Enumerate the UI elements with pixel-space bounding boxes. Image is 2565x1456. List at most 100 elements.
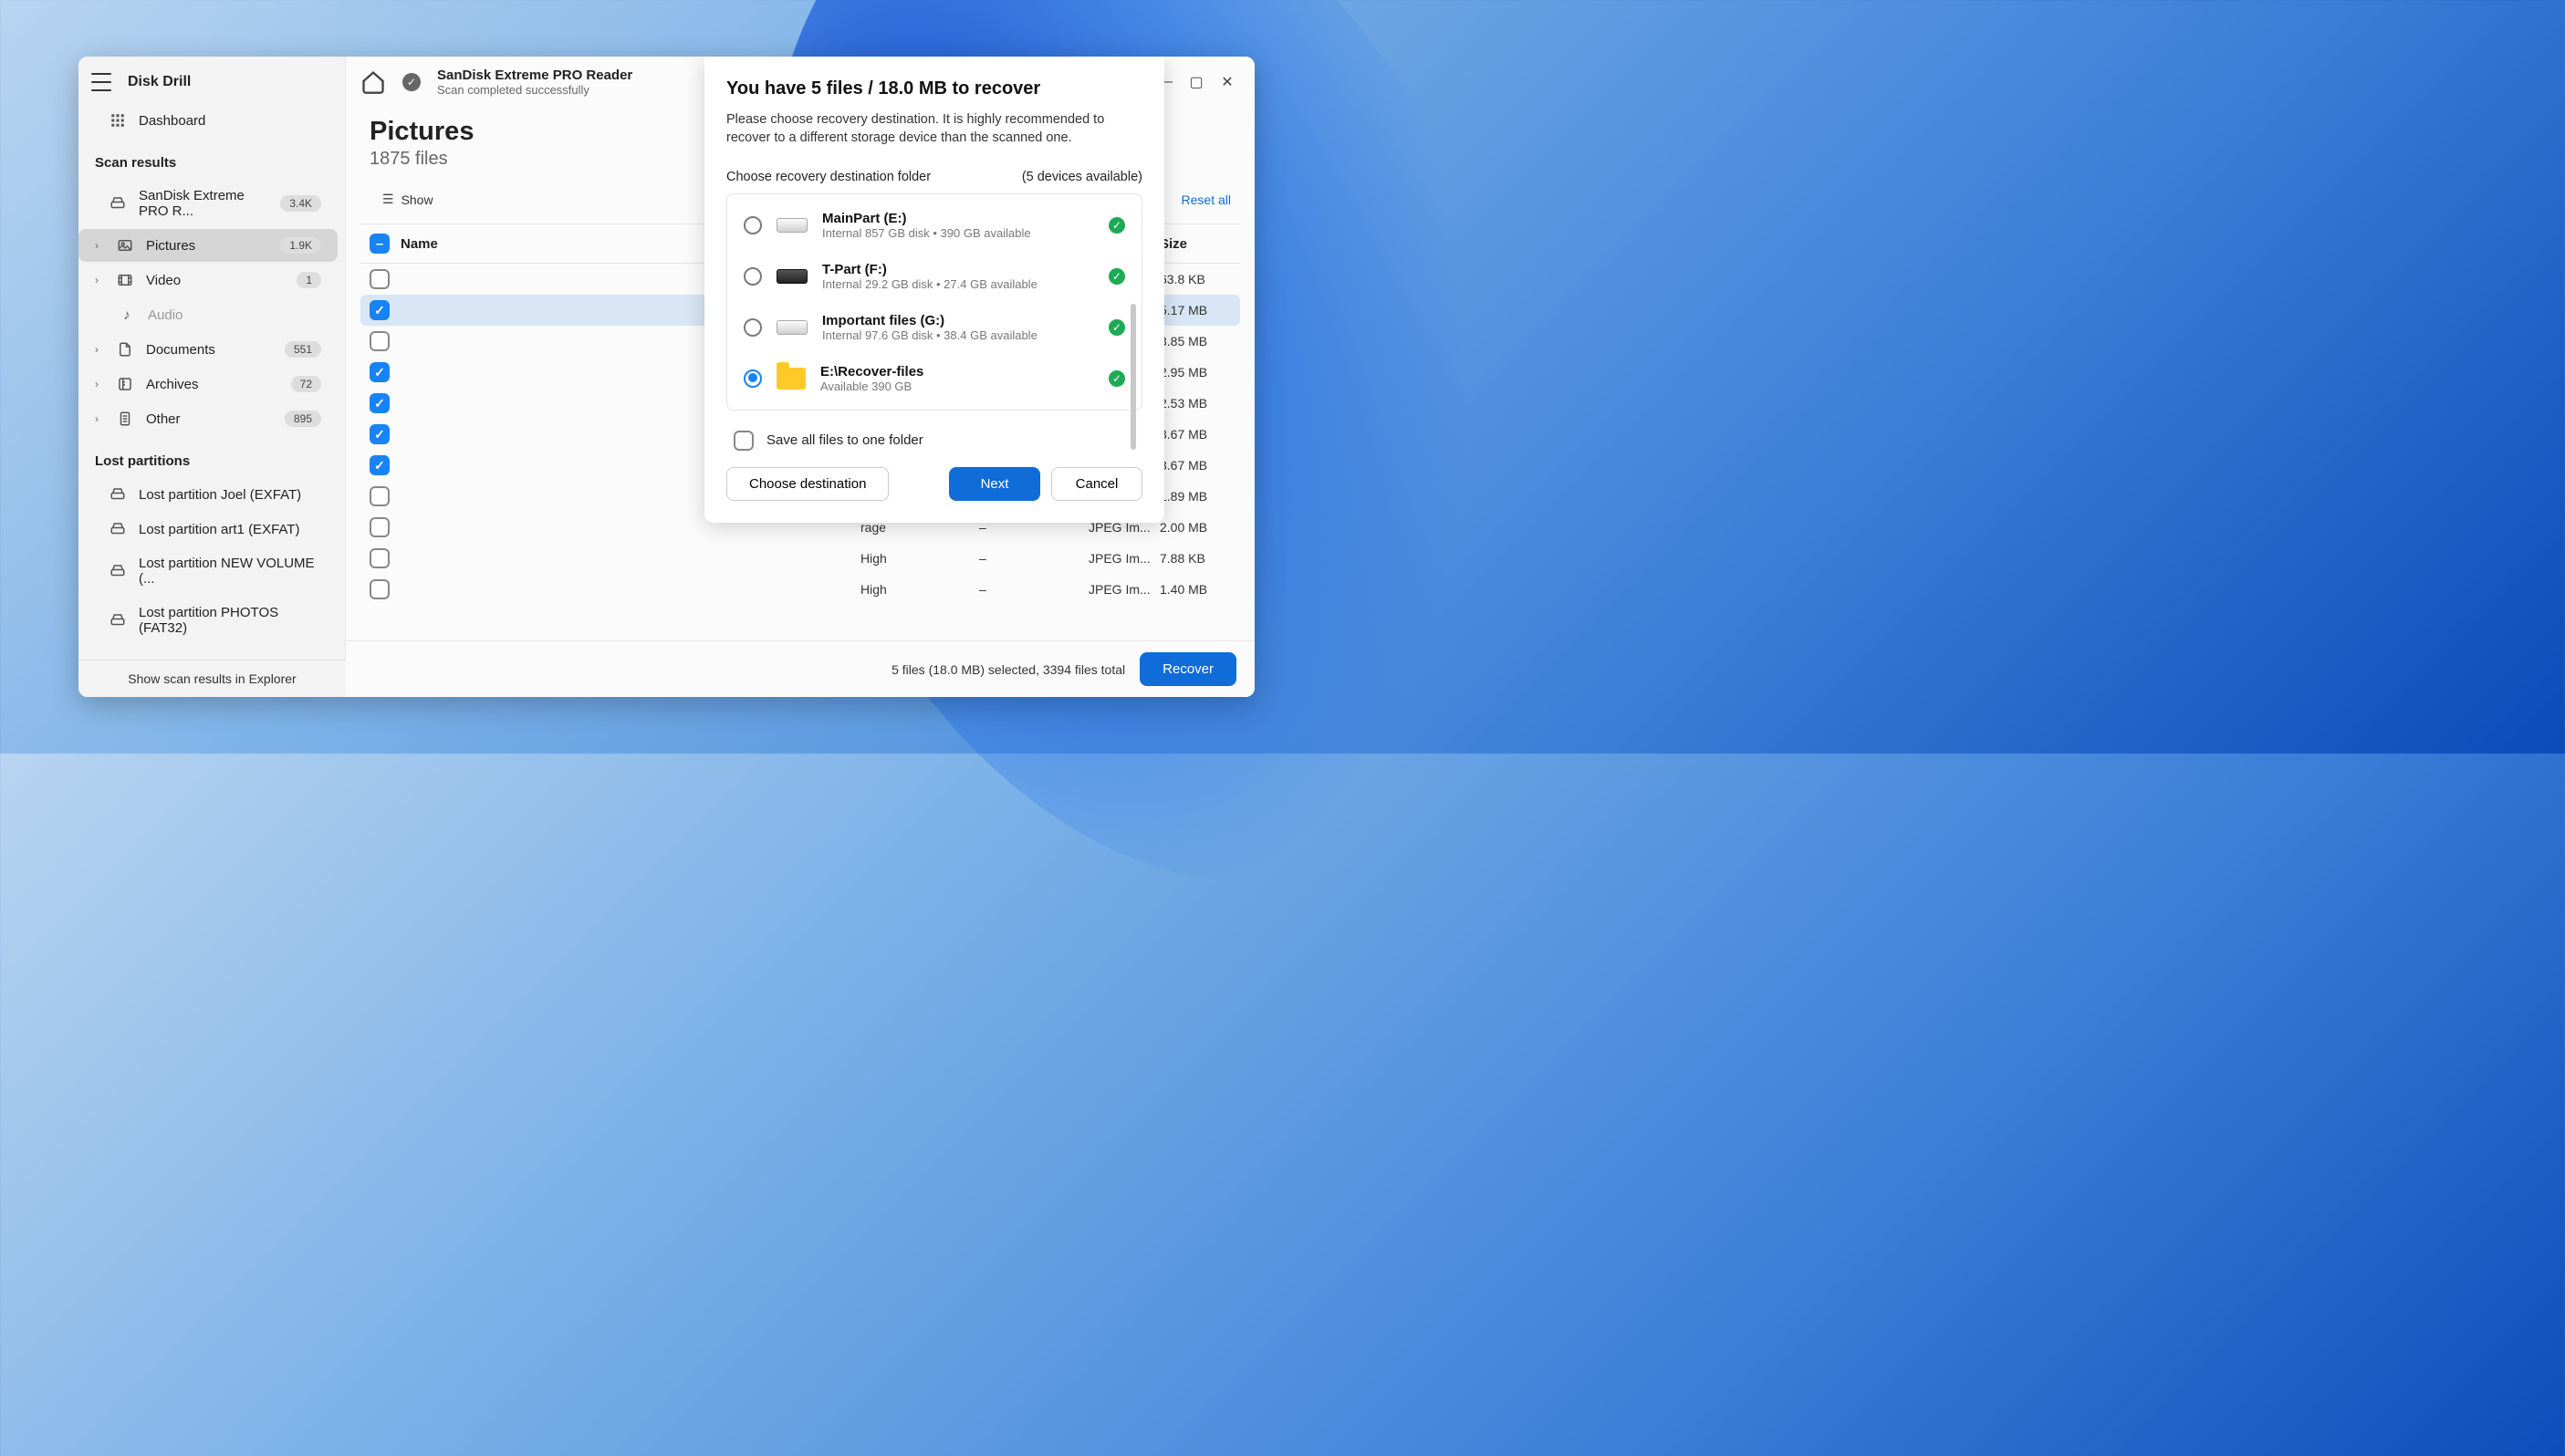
- drive-icon: [109, 195, 126, 212]
- sidebar-item-audio[interactable]: ♪ Audio: [78, 298, 338, 331]
- next-button[interactable]: Next: [949, 467, 1040, 501]
- select-all-checkbox[interactable]: [370, 234, 390, 254]
- main-content: ✓ SanDisk Extreme PRO Reader Scan comple…: [346, 57, 1255, 697]
- app-window: Disk Drill Dashboard Scan results SanDis…: [78, 57, 1255, 697]
- chevron-right-icon: ›: [95, 274, 104, 286]
- sidebar-item-pictures[interactable]: › Pictures 1.9K: [78, 229, 338, 262]
- destination-option[interactable]: T-Part (F:)Internal 29.2 GB disk • 27.4 …: [727, 251, 1142, 302]
- sidebar-label: Audio: [148, 307, 321, 323]
- menu-icon[interactable]: [91, 73, 111, 91]
- row-checkbox[interactable]: [370, 362, 390, 382]
- footer-bar: 5 files (18.0 MB) selected, 3394 files t…: [346, 640, 1255, 697]
- recover-button[interactable]: Recover: [1140, 652, 1236, 686]
- drive-icon: [109, 486, 126, 503]
- column-size[interactable]: Size: [1160, 236, 1231, 252]
- destination-desc: Internal 29.2 GB disk • 27.4 GB availabl…: [822, 277, 1094, 291]
- show-filter-button[interactable]: ☰Show: [370, 186, 446, 213]
- scrollbar[interactable]: [1131, 304, 1136, 450]
- row-checkbox[interactable]: [370, 579, 390, 599]
- row-checkbox[interactable]: [370, 548, 390, 568]
- destination-option[interactable]: E:\Recover-filesAvailable 390 GB: [727, 353, 1142, 404]
- home-icon[interactable]: [360, 69, 386, 95]
- cell-size: 2.00 MB: [1160, 520, 1231, 535]
- modal-title: You have 5 files / 18.0 MB to recover: [726, 78, 1142, 99]
- check-ok-icon: [1109, 319, 1125, 336]
- row-checkbox[interactable]: [370, 517, 390, 537]
- count-badge: 1: [297, 272, 321, 288]
- reset-all-button[interactable]: Reset all: [1182, 192, 1231, 207]
- sidebar-label: Documents: [146, 342, 272, 358]
- sidebar-item-lost-partition[interactable]: Lost partition NEW VOLUME (...: [78, 547, 338, 595]
- selection-status: 5 files (18.0 MB) selected, 3394 files t…: [891, 662, 1125, 677]
- sidebar-item-archives[interactable]: › Archives 72: [78, 368, 338, 400]
- row-checkbox[interactable]: [370, 300, 390, 320]
- sidebar-item-lost-partition[interactable]: Lost partition PHOTOS (FAT32): [78, 597, 338, 644]
- row-checkbox[interactable]: [370, 424, 390, 444]
- sidebar-item-lost-partition[interactable]: Lost partition art1 (EXFAT): [78, 513, 338, 546]
- row-checkbox[interactable]: [370, 393, 390, 413]
- sidebar-item-lost-partition[interactable]: Lost partition Joel (EXFAT): [78, 478, 338, 511]
- drive-icon: [109, 521, 126, 537]
- drive-icon: [109, 563, 126, 579]
- sidebar-item-device[interactable]: SanDisk Extreme PRO R... 3.4K: [78, 180, 338, 227]
- chevron-right-icon: ›: [95, 378, 104, 390]
- cell-type: JPEG Im...: [1089, 551, 1160, 566]
- sidebar-item-other[interactable]: › Other 895: [78, 402, 338, 435]
- check-ok-icon: [1109, 268, 1125, 285]
- sidebar-label: Other: [146, 411, 272, 427]
- cell-size: 3.85 MB: [1160, 334, 1231, 348]
- sidebar-item-documents[interactable]: › Documents 551: [78, 333, 338, 366]
- table-row[interactable]: High–JPEG Im...7.88 KB: [360, 543, 1240, 574]
- destination-radio[interactable]: [744, 318, 762, 337]
- destination-option[interactable]: Important files (G:)Internal 97.6 GB dis…: [727, 302, 1142, 353]
- drive-icon: [777, 320, 808, 335]
- folder-icon: [777, 368, 806, 390]
- close-button[interactable]: ✕: [1215, 69, 1240, 95]
- destination-radio[interactable]: [744, 216, 762, 234]
- cancel-button[interactable]: Cancel: [1051, 467, 1142, 501]
- sidebar-item-video[interactable]: › Video 1: [78, 264, 338, 296]
- row-checkbox[interactable]: [370, 455, 390, 475]
- count-badge: 1.9K: [280, 237, 321, 254]
- choose-destination-button[interactable]: Choose destination: [726, 467, 889, 501]
- table-row[interactable]: High–JPEG Im...1.40 MB: [360, 574, 1240, 605]
- destination-name: Important files (G:): [822, 313, 1094, 328]
- row-checkbox[interactable]: [370, 331, 390, 351]
- sidebar-item-dashboard[interactable]: Dashboard: [78, 104, 338, 137]
- image-icon: [117, 237, 133, 254]
- maximize-button[interactable]: ▢: [1183, 69, 1209, 95]
- destination-desc: Available 390 GB: [820, 380, 1094, 393]
- check-ok-icon: [1109, 217, 1125, 234]
- recovery-destination-modal: You have 5 files / 18.0 MB to recover Pl…: [704, 57, 1164, 523]
- choose-folder-label: Choose recovery destination folder: [726, 170, 931, 184]
- chevron-right-icon: ›: [95, 239, 104, 252]
- destination-radio[interactable]: [744, 369, 762, 388]
- row-checkbox[interactable]: [370, 486, 390, 506]
- count-badge: 72: [291, 376, 321, 392]
- app-title: Disk Drill: [128, 74, 191, 90]
- sidebar-label: Archives: [146, 377, 278, 392]
- sidebar-section-lost-partitions: Lost partitions: [78, 437, 345, 476]
- audio-icon: ♪: [119, 307, 135, 323]
- cell-size: 2.53 MB: [1160, 396, 1231, 411]
- archive-icon: [117, 376, 133, 392]
- chevron-right-icon: ›: [95, 412, 104, 425]
- show-in-explorer-button[interactable]: Show scan results in Explorer: [78, 660, 346, 697]
- destination-radio[interactable]: [744, 267, 762, 286]
- scan-status: Scan completed successfully: [437, 83, 729, 97]
- save-one-folder-checkbox[interactable]: [734, 431, 754, 451]
- modal-description: Please choose recovery destination. It i…: [726, 110, 1142, 148]
- file-icon: [117, 411, 133, 427]
- cell-size: 5.17 MB: [1160, 303, 1231, 317]
- save-one-folder-label: Save all files to one folder: [766, 432, 923, 448]
- cell-recovery-chances: High: [860, 551, 979, 566]
- cell-date-modified: –: [979, 582, 1089, 597]
- cell-size: 1.89 MB: [1160, 489, 1231, 504]
- sidebar: Disk Drill Dashboard Scan results SanDis…: [78, 57, 346, 697]
- cell-size: 2.95 MB: [1160, 365, 1231, 380]
- dashboard-icon: [109, 112, 126, 129]
- destination-name: MainPart (E:): [822, 211, 1094, 226]
- destination-option[interactable]: MainPart (E:)Internal 857 GB disk • 390 …: [727, 200, 1142, 251]
- row-checkbox[interactable]: [370, 269, 390, 289]
- video-icon: [117, 272, 133, 288]
